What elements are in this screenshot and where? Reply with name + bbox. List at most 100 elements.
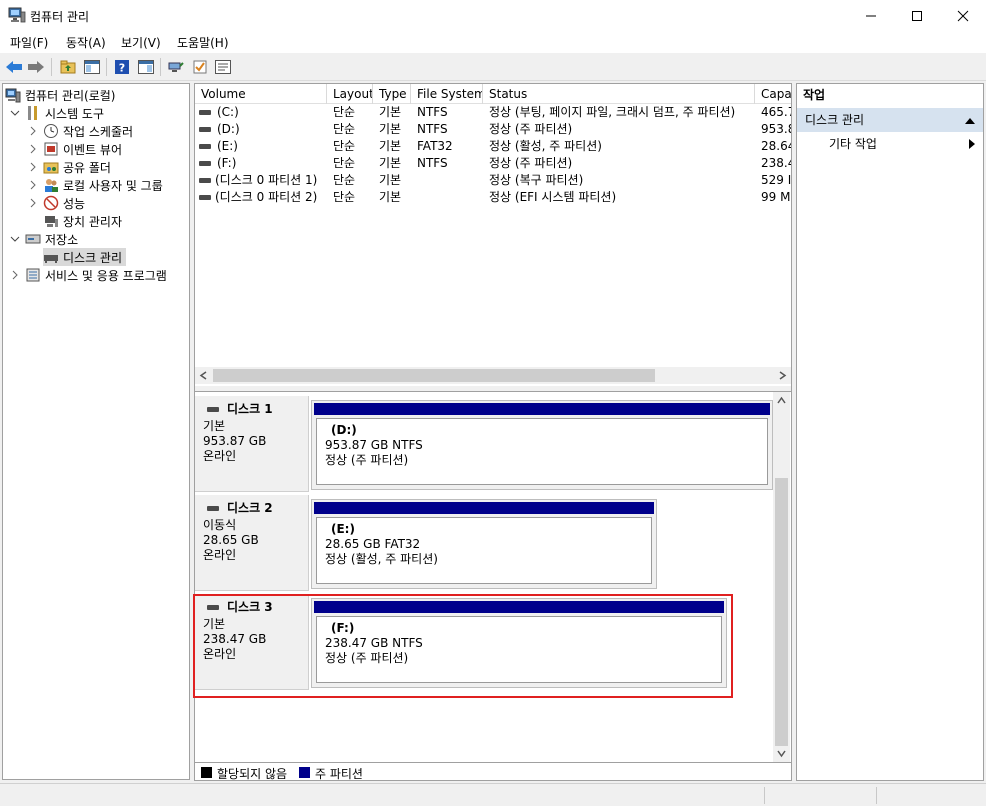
table-row[interactable]: (F:) 단순 기본 NTFS 정상 (주 파티션) 238.4 xyxy=(195,155,791,172)
tree-label: 장치 관리자 xyxy=(63,214,123,229)
partition-body[interactable]: (D:) 953.87 GB NTFS 정상 (주 파티션) xyxy=(316,418,768,485)
tree-label: 컴퓨터 관리(로컬) xyxy=(25,88,116,103)
forward-button[interactable] xyxy=(26,57,46,77)
maximize-button[interactable] xyxy=(894,0,940,31)
chevron-right-icon[interactable] xyxy=(9,269,21,281)
status-cell: 정상 (활성, 주 파티션) xyxy=(489,139,602,153)
actions-section-disk-management[interactable]: 디스크 관리 xyxy=(797,108,983,132)
actions-pane: 작업 디스크 관리 기타 작업 xyxy=(796,83,984,781)
tree-item-device-manager[interactable]: 장치 관리자 xyxy=(43,212,122,230)
check-button[interactable] xyxy=(190,57,210,77)
chevron-right-icon[interactable] xyxy=(27,179,39,191)
disk-row[interactable]: 디스크 2 이동식 28.65 GB 온라인 (E:) 28.65 GB FAT… xyxy=(195,495,775,591)
tree-item-shared-folders[interactable]: 공유 폴더 xyxy=(27,158,111,176)
close-button[interactable] xyxy=(940,0,986,31)
volume-name: (C:) xyxy=(217,105,239,119)
tree-item-services[interactable]: 서비스 및 응용 프로그램 xyxy=(9,266,167,284)
computer-management-icon xyxy=(8,7,26,23)
partition-block[interactable]: (D:) 953.87 GB NTFS 정상 (주 파티션) xyxy=(311,400,773,490)
show-hide-action-pane-button[interactable] xyxy=(136,57,156,77)
tree-item-event-viewer[interactable]: 이벤트 뷰어 xyxy=(27,140,122,158)
drive-icon xyxy=(199,110,211,115)
scroll-up-icon[interactable] xyxy=(777,396,786,405)
column-capacity[interactable]: Capa xyxy=(755,84,791,104)
tree-label: 작업 스케줄러 xyxy=(63,124,134,139)
up-folder-icon xyxy=(60,60,76,74)
table-row[interactable]: (D:) 단순 기본 NTFS 정상 (주 파티션) 953.8 xyxy=(195,121,791,138)
disk-kind: 기본 xyxy=(203,419,226,433)
legend-swatch-primary xyxy=(299,767,310,778)
column-file-system[interactable]: File System xyxy=(411,84,483,104)
column-volume[interactable]: Volume xyxy=(195,84,327,104)
back-button[interactable] xyxy=(4,57,24,77)
title-bar[interactable]: 컴퓨터 관리 xyxy=(0,0,986,31)
capacity-cell: 465.7 xyxy=(761,105,791,119)
collapse-up-icon[interactable] xyxy=(965,117,975,124)
partition-block[interactable]: (E:) 28.65 GB FAT32 정상 (활성, 주 파티션) xyxy=(311,499,657,589)
layout-cell: 단순 xyxy=(333,105,356,119)
actions-item-more-actions[interactable]: 기타 작업 xyxy=(797,134,983,154)
scroll-right-icon[interactable] xyxy=(778,371,787,380)
partition-detail: 953.87 GB NTFS xyxy=(325,438,423,452)
connect-icon xyxy=(168,62,184,72)
scroll-down-icon[interactable] xyxy=(777,749,786,758)
capacity-cell: 99 M xyxy=(761,190,791,204)
column-type[interactable]: Type xyxy=(373,84,411,104)
tree-item-storage[interactable]: 저장소 xyxy=(9,230,78,248)
fs-cell: FAT32 xyxy=(417,139,453,153)
horizontal-scrollbar[interactable] xyxy=(195,367,791,384)
chevron-right-icon[interactable] xyxy=(27,161,39,173)
disk-label[interactable]: 디스크 2 이동식 28.65 GB 온라인 xyxy=(195,495,309,591)
table-row[interactable]: (C:) 단순 기본 NTFS 정상 (부팅, 페이지 파일, 크래시 덤프, … xyxy=(195,104,791,121)
table-row[interactable]: (디스크 0 파티션 2) 단순 기본 정상 (EFI 시스템 파티션) 99 … xyxy=(195,189,791,206)
properties-button[interactable] xyxy=(213,57,233,77)
menu-file[interactable]: 파일(F) xyxy=(10,34,48,51)
chevron-down-icon[interactable] xyxy=(9,233,21,245)
tree-item-system-tools[interactable]: 시스템 도구 xyxy=(9,104,104,122)
up-folder-button[interactable] xyxy=(58,57,78,77)
table-row[interactable]: (디스크 0 파티션 1) 단순 기본 정상 (복구 파티션) 529 I xyxy=(195,172,791,189)
partition-letter: (E:) xyxy=(331,522,355,536)
disk-state: 온라인 xyxy=(203,449,237,463)
tree-label: 성능 xyxy=(63,196,86,211)
disk-row[interactable]: 디스크 1 기본 953.87 GB 온라인 (D:) 953.87 GB NT… xyxy=(195,396,775,492)
device-manager-icon xyxy=(45,216,58,227)
chevron-down-icon[interactable] xyxy=(9,107,21,119)
highlight-box xyxy=(193,594,733,698)
column-status[interactable]: Status xyxy=(483,84,755,104)
help-button[interactable]: ? xyxy=(112,57,132,77)
toolbar: ? xyxy=(0,53,986,81)
show-hide-tree-icon xyxy=(84,60,100,74)
chevron-right-icon[interactable] xyxy=(27,143,39,155)
volume-name: (E:) xyxy=(217,139,238,153)
chevron-right-icon[interactable] xyxy=(27,197,39,209)
legend-label-unallocated: 할당되지 않음 xyxy=(217,767,288,781)
disk-label[interactable]: 디스크 1 기본 953.87 GB 온라인 xyxy=(195,396,309,492)
partition-body[interactable]: (E:) 28.65 GB FAT32 정상 (활성, 주 파티션) xyxy=(316,517,652,584)
column-layout[interactable]: Layout xyxy=(327,84,373,104)
minimize-button[interactable] xyxy=(848,0,894,31)
layout-cell: 단순 xyxy=(333,173,356,187)
table-row[interactable]: (E:) 단순 기본 FAT32 정상 (활성, 주 파티션) 28.64 xyxy=(195,138,791,155)
menu-view[interactable]: 보기(V) xyxy=(121,34,161,51)
show-hide-tree-button[interactable] xyxy=(82,57,102,77)
horizontal-scroll-thumb[interactable] xyxy=(213,369,655,382)
help-icon: ? xyxy=(115,60,129,75)
menu-action[interactable]: 동작(A) xyxy=(66,34,106,51)
menu-help[interactable]: 도움말(H) xyxy=(177,34,229,51)
status-cell: 정상 (복구 파티션) xyxy=(489,173,584,187)
tree-item-disk-management[interactable]: 디스크 관리 xyxy=(43,248,127,266)
disk-kind: 이동식 xyxy=(203,518,237,532)
partition-letter: (D:) xyxy=(331,423,357,437)
tree-item-performance[interactable]: 성능 xyxy=(27,194,85,212)
tree-item-task-scheduler[interactable]: 작업 스케줄러 xyxy=(27,122,133,140)
connect-button[interactable] xyxy=(166,57,186,77)
tree-item-local-users[interactable]: 로컬 사용자 및 그룹 xyxy=(27,176,163,194)
chevron-right-icon[interactable] xyxy=(27,125,39,137)
partition-bar xyxy=(314,502,654,514)
tree-item-root[interactable]: 컴퓨터 관리(로컬) xyxy=(5,86,115,104)
vertical-scroll-thumb[interactable] xyxy=(775,478,788,746)
tree-label: 저장소 xyxy=(45,232,79,247)
vertical-scrollbar[interactable] xyxy=(773,392,790,762)
scroll-left-icon[interactable] xyxy=(199,371,208,380)
